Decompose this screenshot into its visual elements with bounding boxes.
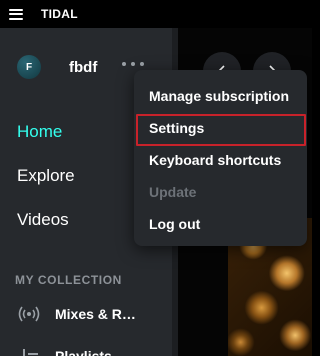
collection-item-label: Playlists [55, 348, 112, 356]
nav-explore[interactable]: Explore [17, 166, 75, 186]
menu-item-log-out[interactable]: Log out [149, 216, 200, 232]
nav-home[interactable]: Home [17, 122, 62, 142]
profile-dropdown-menu: Manage subscription Settings Keyboard sh… [134, 70, 307, 246]
hamburger-menu-icon[interactable] [9, 8, 23, 20]
avatar[interactable]: F [17, 55, 41, 79]
menu-item-keyboard-shortcuts[interactable]: Keyboard shortcuts [149, 152, 281, 168]
playlist-icon [17, 346, 41, 356]
radio-icon [17, 304, 41, 324]
nav-videos[interactable]: Videos [17, 210, 69, 230]
profile[interactable]: F fbdf [17, 55, 97, 79]
collection-item-label: Mixes & R… [55, 306, 136, 322]
settings-highlight-box [136, 114, 306, 146]
collection-item-playlists[interactable]: Playlists [17, 346, 112, 356]
more-options-icon[interactable] [122, 57, 144, 71]
username: fbdf [69, 58, 98, 76]
collection-item-mixes[interactable]: Mixes & R… [17, 304, 136, 324]
menu-item-manage-subscription[interactable]: Manage subscription [149, 88, 289, 104]
menu-item-update: Update [149, 184, 197, 200]
my-collection-heading: MY COLLECTION [15, 273, 122, 287]
app-title: TIDAL [41, 7, 78, 21]
title-bar: TIDAL [0, 0, 312, 28]
